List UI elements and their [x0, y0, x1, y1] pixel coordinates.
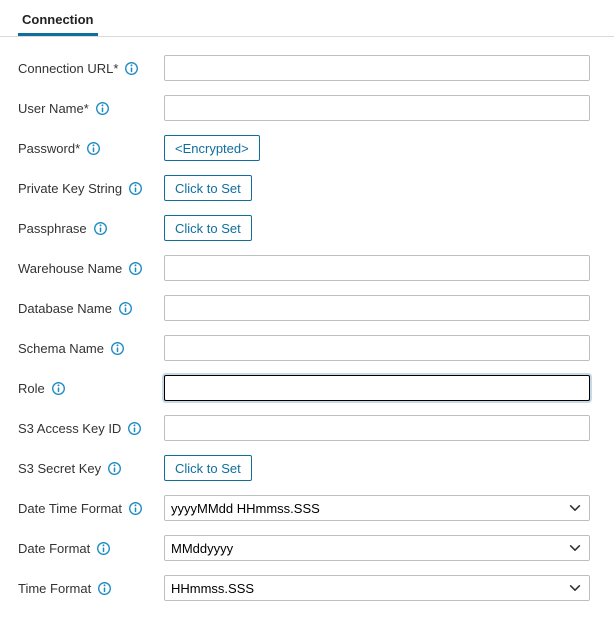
label-text: Private Key String: [18, 181, 122, 196]
label-date-time-format: Date Time Format: [18, 501, 164, 516]
label-text: Passphrase: [18, 221, 87, 236]
s3-secret-key-set-button[interactable]: Click to Set: [164, 455, 252, 481]
tab-connection[interactable]: Connection: [18, 4, 98, 36]
info-icon[interactable]: [95, 101, 110, 116]
label-text: Connection URL*: [18, 61, 118, 76]
label-date-format: Date Format: [18, 541, 164, 556]
time-format-select[interactable]: [164, 575, 590, 601]
label-text: Database Name: [18, 301, 112, 316]
info-icon[interactable]: [118, 301, 133, 316]
info-icon[interactable]: [86, 141, 101, 156]
label-text: Password*: [18, 141, 80, 156]
label-text: Date Time Format: [18, 501, 122, 516]
date-format-select[interactable]: [164, 535, 590, 561]
info-icon[interactable]: [124, 61, 139, 76]
password-set-button[interactable]: <Encrypted>: [164, 135, 260, 161]
schema-name-input[interactable]: [164, 335, 590, 361]
info-icon[interactable]: [128, 181, 143, 196]
date-format-input[interactable]: [164, 535, 590, 561]
connection-url-input[interactable]: [164, 55, 590, 81]
label-database-name: Database Name: [18, 301, 164, 316]
label-warehouse-name: Warehouse Name: [18, 261, 164, 276]
label-time-format: Time Format: [18, 581, 164, 596]
time-format-input[interactable]: [164, 575, 590, 601]
label-private-key-string: Private Key String: [18, 181, 164, 196]
label-text: S3 Access Key ID: [18, 421, 121, 436]
info-icon[interactable]: [96, 541, 111, 556]
role-input[interactable]: [164, 375, 590, 401]
label-user-name: User Name*: [18, 101, 164, 116]
info-icon[interactable]: [127, 421, 142, 436]
label-connection-url: Connection URL*: [18, 61, 164, 76]
user-name-input[interactable]: [164, 95, 590, 121]
connection-form: Connection URL* User Name* Password* <En…: [0, 37, 614, 625]
label-text: S3 Secret Key: [18, 461, 101, 476]
date-time-format-select[interactable]: [164, 495, 590, 521]
passphrase-set-button[interactable]: Click to Set: [164, 215, 252, 241]
label-schema-name: Schema Name: [18, 341, 164, 356]
label-s3-access-key-id: S3 Access Key ID: [18, 421, 164, 436]
info-icon[interactable]: [107, 461, 122, 476]
s3-access-key-id-input[interactable]: [164, 415, 590, 441]
label-text: User Name*: [18, 101, 89, 116]
label-password: Password*: [18, 141, 164, 156]
label-text: Schema Name: [18, 341, 104, 356]
database-name-input[interactable]: [164, 295, 590, 321]
info-icon[interactable]: [51, 381, 66, 396]
info-icon[interactable]: [97, 581, 112, 596]
label-text: Date Format: [18, 541, 90, 556]
warehouse-name-input[interactable]: [164, 255, 590, 281]
date-time-format-input[interactable]: [164, 495, 590, 521]
label-passphrase: Passphrase: [18, 221, 164, 236]
label-role: Role: [18, 381, 164, 396]
private-key-set-button[interactable]: Click to Set: [164, 175, 252, 201]
info-icon[interactable]: [128, 261, 143, 276]
tab-strip: Connection: [0, 4, 614, 37]
label-text: Role: [18, 381, 45, 396]
info-icon[interactable]: [93, 221, 108, 236]
label-text: Time Format: [18, 581, 91, 596]
info-icon[interactable]: [110, 341, 125, 356]
info-icon[interactable]: [128, 501, 143, 516]
label-s3-secret-key: S3 Secret Key: [18, 461, 164, 476]
label-text: Warehouse Name: [18, 261, 122, 276]
